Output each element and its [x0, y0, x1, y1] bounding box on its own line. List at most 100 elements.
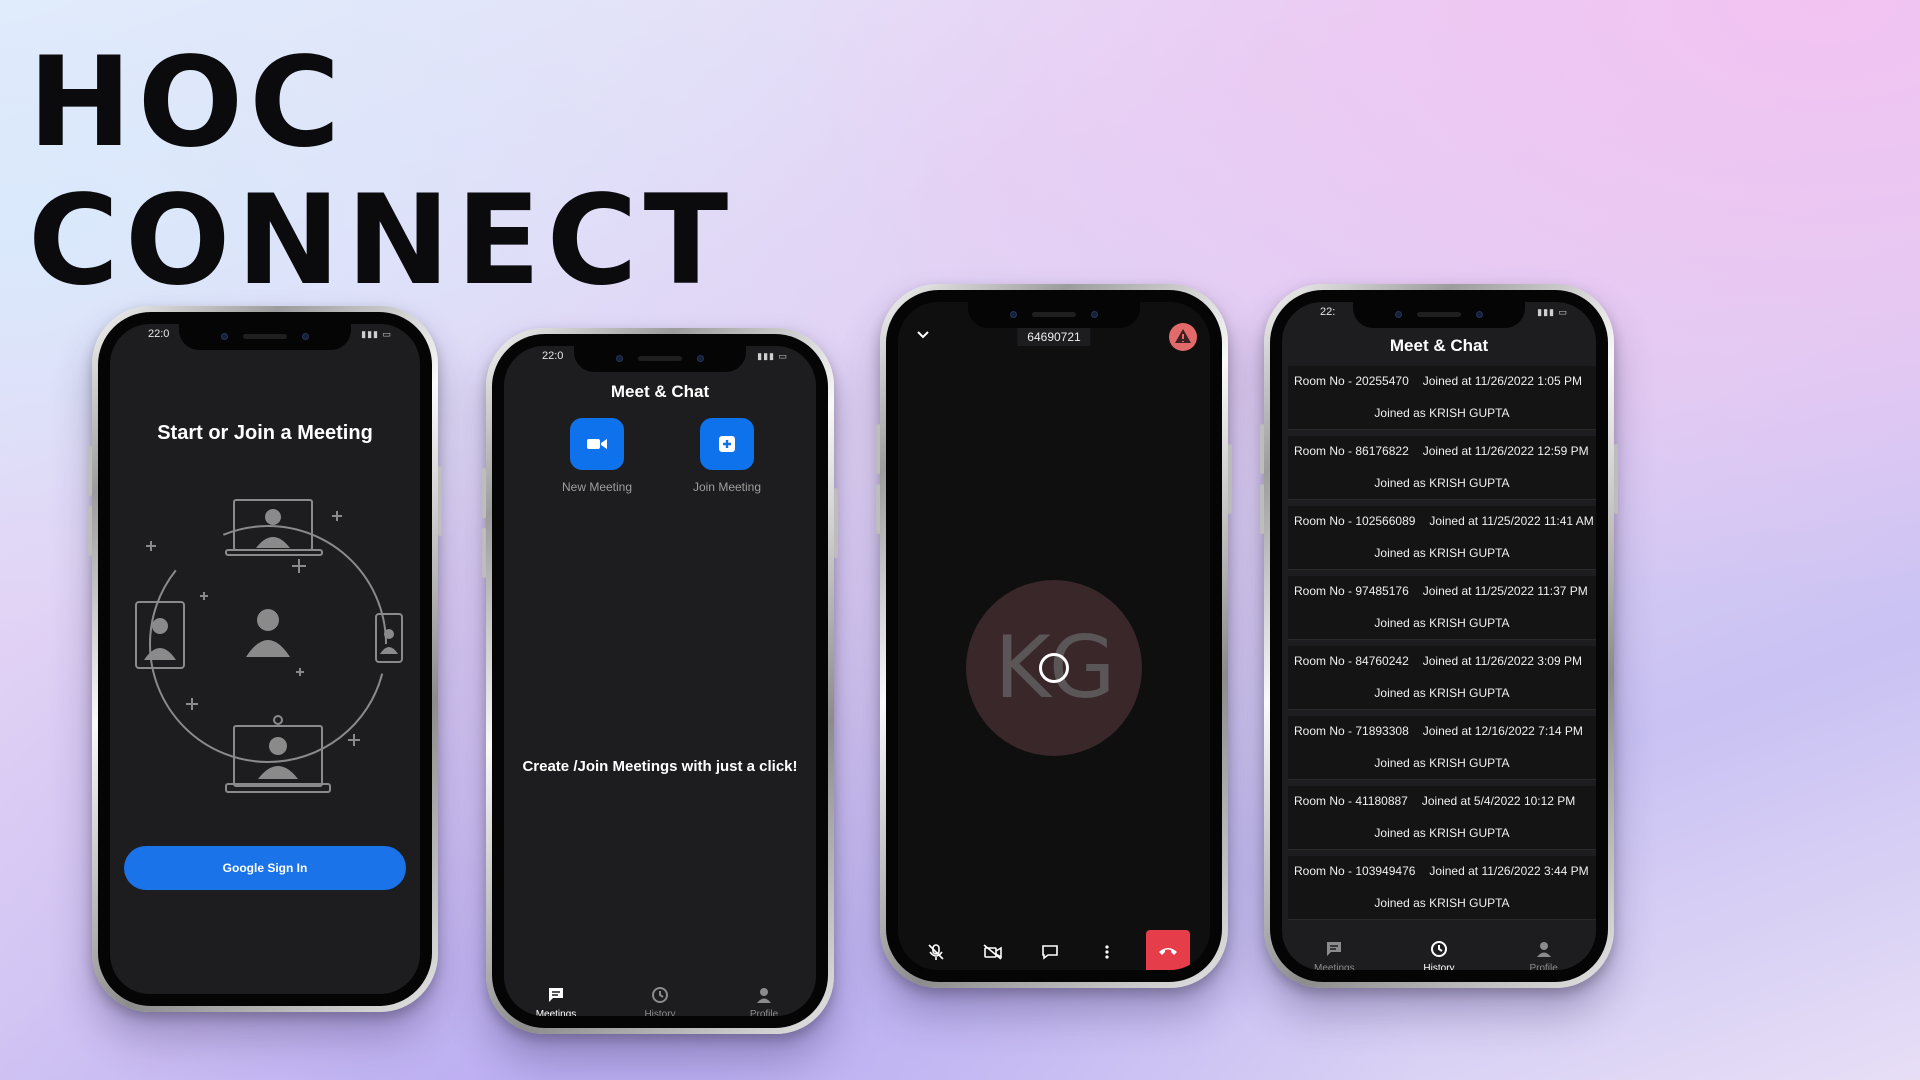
person-icon — [1536, 942, 1551, 957]
joined-time: Joined at 11/26/2022 12:59 PM — [1422, 444, 1589, 458]
warning-icon[interactable] — [1168, 322, 1198, 352]
status-icons: ▮▮▮ ▭ — [1537, 307, 1568, 317]
more-button[interactable] — [1089, 940, 1125, 964]
joined-as: Joined as KRISH GUPTA — [1374, 686, 1510, 700]
room-number: Room No - 84760242 — [1294, 654, 1409, 668]
mute-button[interactable] — [918, 940, 954, 964]
joined-time: Joined at 11/26/2022 3:44 PM — [1429, 864, 1589, 878]
more-icon — [1105, 945, 1109, 959]
loading-spinner-icon — [1039, 653, 1069, 683]
joined-time: Joined at 11/26/2022 3:09 PM — [1422, 654, 1582, 668]
people-network-illustration-icon — [135, 499, 403, 793]
history-item[interactable]: Room No - 71893308 Joined at 12/16/2022 7… — [1288, 716, 1596, 780]
person-icon — [757, 988, 771, 1003]
notch — [1353, 302, 1525, 328]
joined-time: Joined at 11/26/2022 1:05 PM — [1422, 374, 1582, 388]
joined-as: Joined as KRISH GUPTA — [1374, 616, 1510, 630]
volume-button — [1260, 424, 1264, 474]
volume-button — [1260, 484, 1264, 534]
volume-button — [482, 468, 486, 518]
new-meeting-label: New Meeting — [561, 480, 633, 494]
status-time: 22:0 — [542, 350, 564, 362]
room-number: Room No - 20255470 — [1294, 374, 1409, 388]
room-number: Room No - 97485176 — [1294, 584, 1409, 598]
new-meeting-action[interactable]: New Meeting — [542, 418, 652, 494]
notch — [574, 346, 746, 372]
headline: HOC CONNECT — [28, 34, 734, 310]
nav-meetings[interactable]: Meetings — [1294, 940, 1374, 970]
history-item[interactable]: Room No - 84760242 Joined at 11/26/2022 3… — [1288, 646, 1596, 710]
volume-button — [88, 506, 92, 556]
power-button — [1228, 444, 1232, 514]
history-item[interactable]: Room No - 102566089 Joined at 11/25/2022 … — [1288, 506, 1596, 570]
join-meeting-action[interactable]: Join Meeting — [672, 418, 782, 494]
joined-time: Joined at 12/16/2022 7:14 PM — [1422, 724, 1583, 738]
room-id: 64690721 — [1017, 328, 1091, 346]
headline-line-1: HOC — [28, 31, 347, 175]
chat-button[interactable] — [1032, 940, 1068, 964]
screen: 22:0 ▮▮▮ ▭ Meet & Chat New Meeting Join … — [504, 346, 816, 1016]
power-button — [834, 488, 838, 558]
hangup-icon — [1158, 948, 1177, 955]
page-title: Start or Join a Meeting — [157, 422, 373, 444]
screen: 64690721 KG — [898, 302, 1210, 970]
joined-as: Joined as KRISH GUPTA — [1374, 406, 1510, 420]
room-number: Room No - 102566089 — [1294, 514, 1416, 528]
nav-history[interactable]: History — [1399, 940, 1479, 970]
phone-home: 22:0 ▮▮▮ ▭ Meet & Chat New Meeting Join … — [482, 328, 838, 1034]
screen: 22: ▮▮▮ ▭ Meet & Chat Room No - 20255470… — [1282, 302, 1596, 970]
nav-profile[interactable]: Profile — [724, 986, 804, 1016]
joined-as: Joined as KRISH GUPTA — [1374, 826, 1510, 840]
power-button — [1614, 444, 1618, 514]
volume-button — [876, 424, 880, 474]
avatar: KG — [966, 580, 1142, 756]
notch — [968, 302, 1140, 328]
room-number: Room No - 86176822 — [1294, 444, 1409, 458]
chat-icon — [1327, 942, 1342, 956]
chat-icon — [549, 988, 563, 1002]
room-number: Room No - 71893308 — [1294, 724, 1409, 738]
nav-meetings[interactable]: Meetings — [516, 986, 596, 1016]
screen: 22:0 ▮▮▮ ▭ Start or Join a Meeting Googl… — [110, 324, 420, 994]
app-title: Meet & Chat — [610, 382, 710, 401]
google-sign-in-button[interactable]: Google Sign In — [124, 846, 406, 890]
phone-history: 22: ▮▮▮ ▭ Meet & Chat Room No - 20255470… — [1260, 284, 1618, 988]
nav-profile[interactable]: Profile — [1504, 940, 1584, 970]
joined-as: Joined as KRISH GUPTA — [1374, 546, 1510, 560]
status-icons: ▮▮▮ ▭ — [361, 329, 392, 339]
joined-as: Joined as KRISH GUPTA — [1374, 476, 1510, 490]
history-item[interactable]: Room No - 103949476 Joined at 11/26/2022 … — [1288, 856, 1596, 920]
history-item[interactable]: Room No - 41180887 Joined at 5/4/2022 10:… — [1288, 786, 1596, 850]
phone-call: 64690721 KG — [876, 284, 1232, 988]
bottom-nav: Meetings History Profile — [1282, 934, 1596, 970]
tagline: Create /Join Meetings with just a click! — [522, 758, 798, 775]
new-meeting-button[interactable] — [570, 418, 624, 470]
join-meeting-button[interactable] — [700, 418, 754, 470]
nav-history[interactable]: History — [620, 986, 700, 1016]
history-item[interactable]: Room No - 97485176 Joined at 11/25/2022 1… — [1288, 576, 1596, 640]
video-off-icon — [983, 944, 1002, 960]
bottom-nav: Meetings History Profile — [504, 980, 816, 1016]
app-title: Meet & Chat — [1389, 336, 1489, 355]
history-icon — [652, 987, 668, 1003]
joined-time: Joined at 5/4/2022 10:12 PM — [1421, 794, 1576, 808]
plus-square-icon — [719, 436, 735, 452]
history-item[interactable]: Room No - 86176822 Joined at 11/26/2022 1… — [1288, 436, 1596, 500]
joined-time: Joined at 11/25/2022 11:37 PM — [1422, 584, 1588, 598]
join-meeting-label: Join Meeting — [692, 480, 762, 494]
volume-button — [876, 484, 880, 534]
joined-as: Joined as KRISH GUPTA — [1374, 756, 1510, 770]
chevron-down-icon[interactable] — [916, 330, 930, 340]
history-icon — [1430, 941, 1447, 957]
room-number: Room No - 103949476 — [1294, 864, 1416, 878]
status-time: 22:0 — [148, 328, 170, 340]
history-item[interactable]: Room No - 20255470 Joined at 11/26/2022 1… — [1288, 366, 1596, 430]
video-toggle-button[interactable] — [975, 940, 1011, 964]
power-button — [438, 466, 442, 536]
hangup-button[interactable] — [1145, 930, 1190, 970]
mic-off-icon — [928, 944, 944, 960]
notch — [179, 324, 351, 350]
room-number: Room No - 41180887 — [1294, 794, 1408, 808]
headline-line-2: CONNECT — [28, 169, 735, 313]
status-time: 22: — [1320, 306, 1336, 318]
